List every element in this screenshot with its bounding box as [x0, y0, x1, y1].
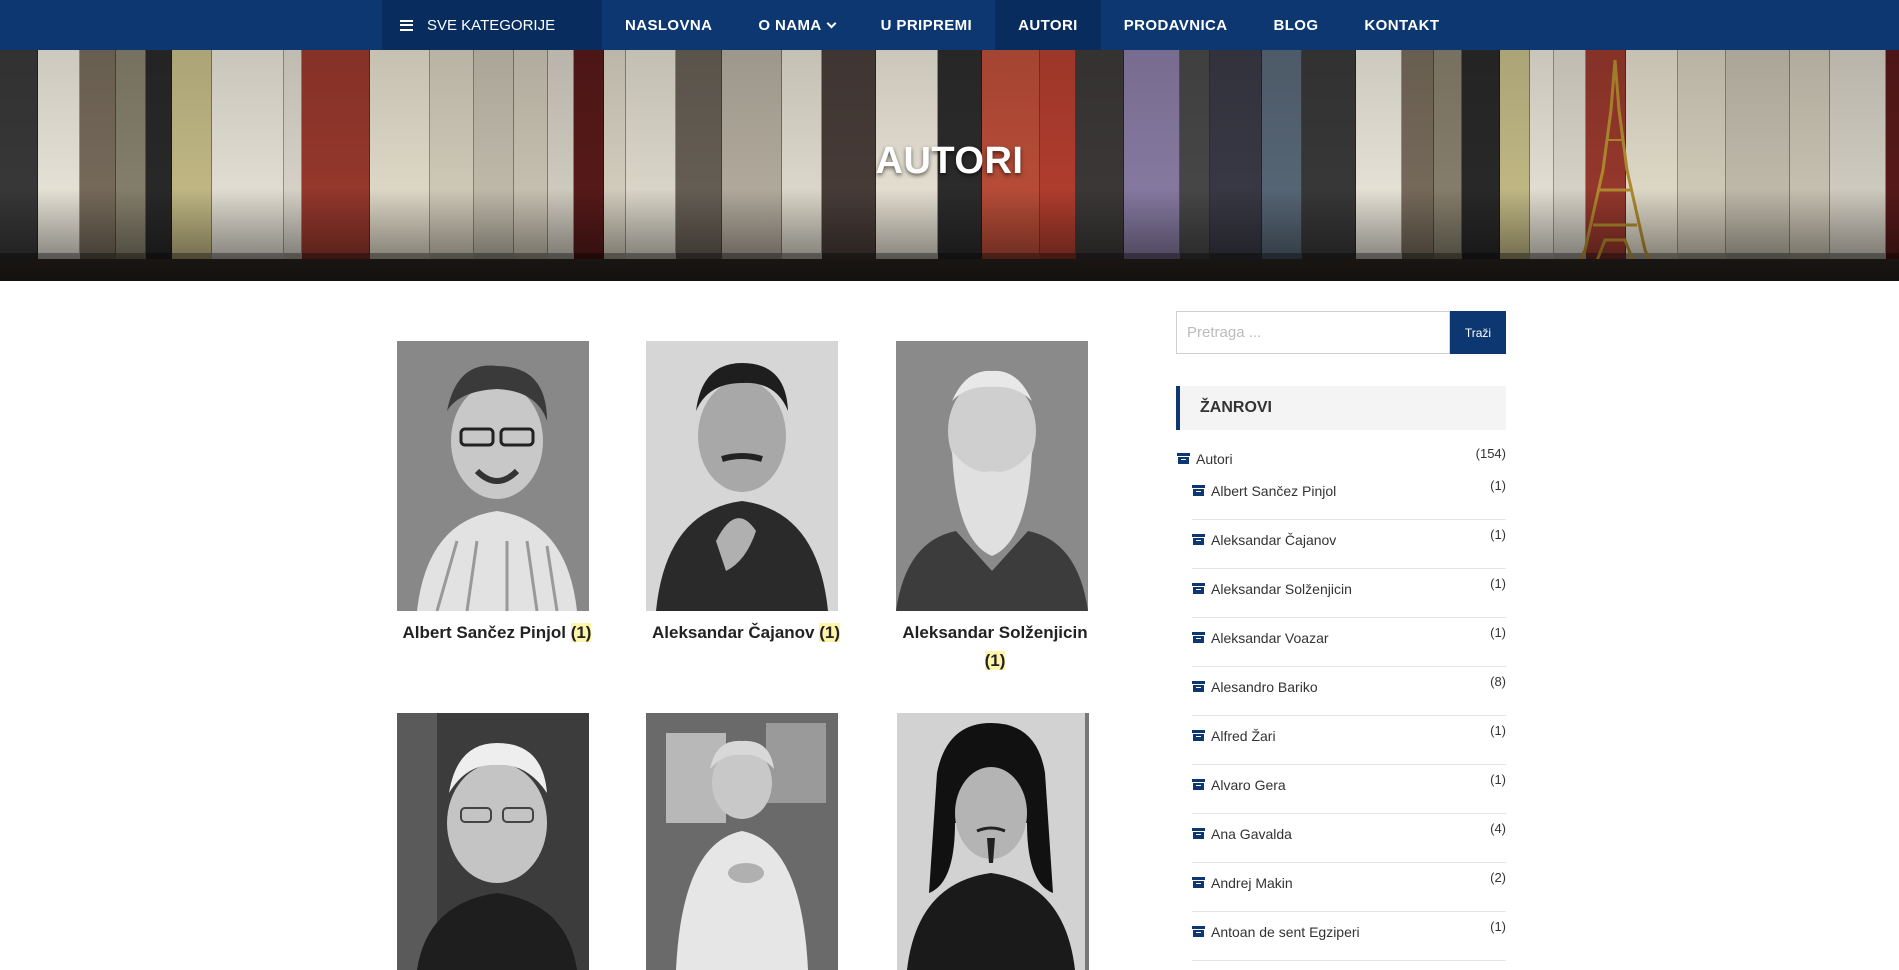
author-name-text: Albert Sančez Pinjol: [402, 623, 566, 642]
archive-icon: [1192, 828, 1205, 839]
category-label[interactable]: Albert Sančez Pinjol: [1211, 483, 1336, 499]
all-categories-label: SVE KATEGORIJE: [427, 16, 556, 34]
author-photo[interactable]: [646, 341, 838, 611]
category-count: (1): [1490, 527, 1506, 542]
menu-icon: [400, 19, 413, 31]
archive-icon: [1192, 583, 1205, 594]
category-count: (1): [1490, 625, 1506, 640]
author-count: (1): [819, 623, 841, 642]
archive-icon: [1192, 485, 1205, 496]
category-list: Albert Sančez Pinjol (1) Aleksandar Čajan…: [1192, 471, 1506, 961]
category-label[interactable]: Ana Gavalda: [1211, 826, 1292, 842]
category-count: (1): [1490, 478, 1506, 493]
category-label[interactable]: Aleksandar Voazar: [1211, 630, 1329, 646]
category-item[interactable]: Aleksandar Čajanov (1): [1192, 520, 1506, 569]
category-label[interactable]: Alesandro Bariko: [1211, 679, 1318, 695]
archive-icon: [1192, 730, 1205, 741]
nav-item-naslovna[interactable]: NASLOVNA: [602, 0, 735, 50]
author-name[interactable]: Aleksandar Solženjicin (1): [880, 619, 1110, 675]
category-label[interactable]: Aleksandar Čajanov: [1211, 532, 1336, 548]
page-title: AUTORI: [875, 140, 1024, 182]
chevron-down-icon: [826, 18, 837, 28]
search-button[interactable]: Traži: [1450, 311, 1506, 354]
category-item[interactable]: Alfred Žari (1): [1192, 716, 1506, 765]
all-categories-button[interactable]: SVE KATEGORIJE: [382, 0, 602, 50]
archive-icon: [1192, 926, 1205, 937]
category-item[interactable]: Albert Sančez Pinjol (1): [1192, 471, 1506, 520]
nav-label: PRODAVNICA: [1123, 16, 1228, 34]
nav-item-kontakt[interactable]: KONTAKT: [1341, 0, 1462, 50]
nav-item-blog[interactable]: BLOG: [1250, 0, 1341, 50]
category-label[interactable]: Autori: [1196, 451, 1233, 467]
author-name[interactable]: Aleksandar Čajanov (1): [631, 619, 861, 647]
author-count: (1): [570, 623, 592, 642]
category-count: (154): [1475, 446, 1506, 461]
category-count: (1): [1490, 723, 1506, 738]
author-photo[interactable]: [397, 341, 589, 611]
author-photo[interactable]: [646, 713, 838, 970]
main-menu: NASLOVNA O NAMA U PRIPREMI AUTORI PRODAV…: [602, 0, 1462, 50]
nav-label: BLOG: [1273, 16, 1319, 34]
category-label[interactable]: Aleksandar Solženjicin: [1211, 581, 1352, 597]
category-item[interactable]: Aleksandar Solženjicin (1): [1192, 569, 1506, 618]
genres-widget-title: ŽANROVI: [1176, 386, 1506, 430]
archive-icon: [1192, 877, 1205, 888]
archive-icon: [1177, 453, 1190, 464]
archive-icon: [1192, 779, 1205, 790]
archive-icon: [1192, 632, 1205, 643]
nav-item-u-pripremi[interactable]: U PRIPREMI: [858, 0, 996, 50]
author-name[interactable]: Albert Sančez Pinjol (1): [382, 619, 612, 647]
category-item[interactable]: Ana Gavalda (4): [1192, 814, 1506, 863]
author-name-text: Aleksandar Solženjicin: [902, 623, 1088, 642]
author-count: (1): [984, 651, 1006, 670]
category-label[interactable]: Andrej Makin: [1211, 875, 1293, 891]
author-photo[interactable]: [897, 713, 1089, 970]
category-item[interactable]: Andrej Makin (2): [1192, 863, 1506, 912]
category-label[interactable]: Alfred Žari: [1211, 728, 1276, 744]
nav-item-o-nama[interactable]: O NAMA: [735, 0, 857, 50]
category-item[interactable]: Antoan de sent Egziperi (1): [1192, 912, 1506, 961]
category-item[interactable]: Aleksandar Voazar (1): [1192, 618, 1506, 667]
category-item[interactable]: Alvaro Gera (1): [1192, 765, 1506, 814]
author-name-text: Aleksandar Čajanov: [651, 623, 815, 642]
nav-label: AUTORI: [1018, 16, 1078, 34]
category-label[interactable]: Alvaro Gera: [1211, 777, 1286, 793]
archive-icon: [1192, 534, 1205, 545]
nav-label: O NAMA: [758, 16, 822, 34]
category-count: (1): [1490, 576, 1506, 591]
author-photo[interactable]: [896, 341, 1088, 611]
author-photo[interactable]: [397, 713, 589, 970]
category-count: (2): [1490, 870, 1506, 885]
top-navbar: SVE KATEGORIJE NASLOVNA O NAMA U PRIPREM…: [0, 0, 1899, 50]
category-root-autori[interactable]: Autori (154): [1177, 446, 1506, 470]
nav-label: NASLOVNA: [625, 16, 713, 34]
search-input[interactable]: [1176, 311, 1450, 354]
category-count: (1): [1490, 919, 1506, 934]
nav-label: U PRIPREMI: [880, 16, 973, 34]
category-count: (8): [1490, 674, 1506, 689]
nav-label: KONTAKT: [1364, 16, 1440, 34]
nav-item-prodavnica[interactable]: PRODAVNICA: [1101, 0, 1251, 50]
category-item[interactable]: Alesandro Bariko (8): [1192, 667, 1506, 716]
category-count: (4): [1490, 821, 1506, 836]
category-label[interactable]: Antoan de sent Egziperi: [1211, 924, 1360, 940]
nav-item-autori[interactable]: AUTORI: [995, 0, 1101, 50]
category-count: (1): [1490, 772, 1506, 787]
hero-banner: AUTORI: [0, 50, 1899, 281]
archive-icon: [1192, 681, 1205, 692]
